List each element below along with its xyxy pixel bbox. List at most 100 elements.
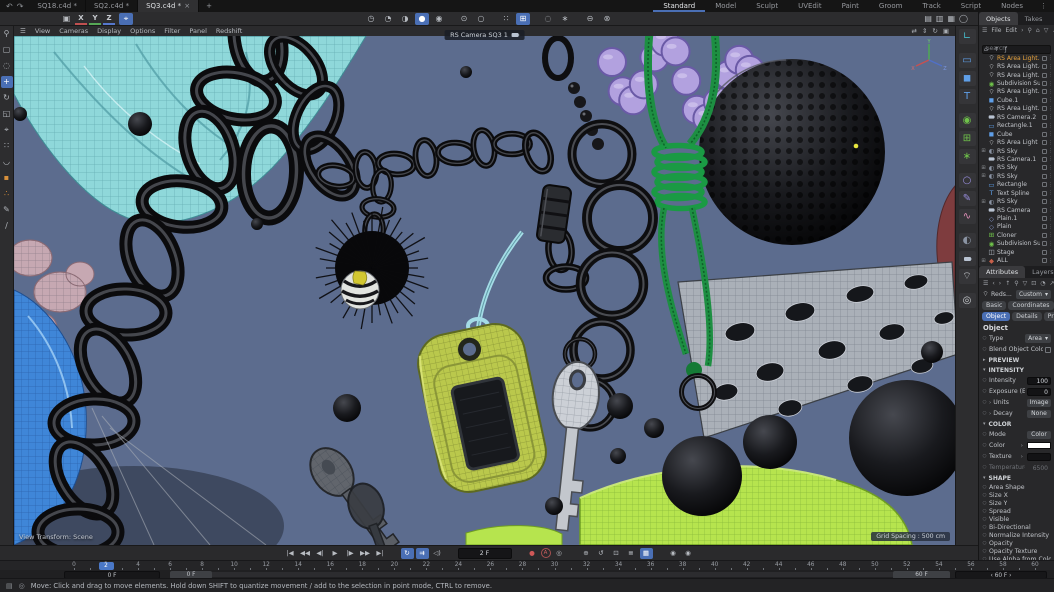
next-frame-icon[interactable]: |▶ (344, 548, 357, 559)
axis-button-z[interactable]: Z (103, 13, 115, 25)
rotate-view-icon[interactable]: ↻ (932, 27, 937, 35)
keyframe-circle-icon[interactable]: ○ (982, 336, 987, 341)
live-selection-icon[interactable]: ⚲ (1, 28, 13, 40)
row-menu-dots[interactable]: ⋮ (1048, 156, 1053, 162)
object-row[interactable]: ⌔RS Area Light.3⋮ (981, 71, 1054, 79)
attribute-mode-label[interactable]: Reds... (991, 291, 1012, 298)
object-row[interactable]: ⊞◐RS Sky⋮ (981, 164, 1054, 172)
panel-menu-icon[interactable]: ☰ (983, 280, 988, 287)
row-menu-dots[interactable]: ⋮ (1048, 55, 1053, 61)
layout-tab-sculpt[interactable]: Sculpt (746, 0, 788, 12)
expand-icon[interactable]: ↗ (1050, 280, 1054, 287)
tab-attributes[interactable]: Attributes (979, 266, 1025, 278)
soft-body-icon[interactable]: ◑ (398, 13, 412, 25)
object-row[interactable]: ⊞◐RS Sky⋮ (981, 147, 1054, 155)
checkbox[interactable] (1045, 347, 1051, 353)
viewport-menu-redshift[interactable]: Redshift (216, 27, 242, 35)
object-row[interactable]: ◉Subdivision Surface.1⋮ (981, 79, 1054, 87)
object-row[interactable]: ⌔RS Area Light.5⋮ (981, 54, 1054, 62)
visibility-toggle[interactable] (1042, 73, 1047, 78)
sky-icon[interactable]: ◐ (959, 233, 976, 248)
object-row[interactable]: RS Camera⋮ (981, 206, 1054, 214)
keyframe-circle-icon[interactable]: ○ (982, 411, 987, 416)
keyframe-selection-icon[interactable]: ◎ (553, 548, 566, 559)
viewport[interactable]: ☰ViewCamerasDisplayOptionsFilterPanelRed… (14, 26, 955, 545)
visibility-toggle[interactable] (1042, 157, 1047, 162)
object-row[interactable]: ⌔RS Area Light.2⋮ (981, 88, 1054, 96)
keyframe-circle-icon[interactable]: ○ (982, 517, 987, 522)
expander-icon[interactable]: › (989, 411, 991, 417)
play-icon[interactable]: ▶ (329, 548, 342, 559)
object-row[interactable]: ◇Plain⋮ (981, 223, 1054, 231)
object-row[interactable]: ⌔RS Area Light.4⋮ (981, 62, 1054, 70)
keyframe-circle-icon[interactable]: ○ (982, 400, 987, 405)
function-icon[interactable]: ƒ (1005, 46, 1007, 53)
object-row[interactable]: TText Spline⋮ (981, 189, 1054, 197)
visibility-toggle[interactable] (1042, 64, 1047, 69)
layers-grid-icon[interactable]: ▤ (6, 582, 13, 590)
close-icon[interactable]: × (184, 2, 190, 10)
point-mode-icon[interactable]: ▪ (1, 172, 13, 184)
expander-icon[interactable]: › (1021, 443, 1023, 449)
row-menu-dots[interactable]: ⋮ (1048, 64, 1053, 70)
keyframe-circle-icon[interactable]: ○ (982, 509, 987, 514)
forward-icon[interactable]: › (999, 280, 1001, 287)
cube-icon[interactable]: ◼ (959, 71, 976, 86)
row-menu-dots[interactable]: ⋮ (1048, 123, 1053, 129)
layout-tab-paint[interactable]: Paint (832, 0, 869, 12)
plane-icon[interactable]: ▭ (959, 53, 976, 68)
expander-icon[interactable]: › (989, 400, 991, 406)
row-menu-dots[interactable]: ⋮ (1048, 232, 1053, 238)
collider-icon[interactable]: ● (415, 13, 429, 25)
section-color[interactable]: ▾COLOR (979, 419, 1054, 429)
row-menu-dots[interactable]: ⋮ (1048, 216, 1053, 222)
redo-icon[interactable]: ↷ (17, 2, 24, 11)
visibility-toggle[interactable] (1042, 250, 1047, 255)
row-menu-dots[interactable]: ⋮ (1048, 140, 1053, 146)
key-auto-icon[interactable]: ▦ (640, 548, 653, 559)
keyframe-circle-icon[interactable]: ○ (982, 549, 987, 554)
row-menu-dots[interactable]: ⋮ (1048, 258, 1053, 264)
row-menu-dots[interactable]: ⋮ (1048, 173, 1053, 179)
type-dropdown[interactable]: Area▾ (1025, 334, 1051, 343)
deformer-icon[interactable]: ∿ (959, 209, 976, 224)
visibility-toggle[interactable] (1042, 174, 1047, 179)
visibility-toggle[interactable] (1042, 241, 1047, 246)
prev-key-icon[interactable]: ◀◀ (299, 548, 312, 559)
menu-file[interactable]: File (991, 27, 1001, 34)
object-row[interactable]: ◼Cube⋮ (981, 130, 1054, 138)
layout-tab-groom[interactable]: Groom (869, 0, 913, 12)
visibility-toggle[interactable] (1042, 258, 1047, 263)
prev-frame-icon[interactable]: ◀| (314, 548, 327, 559)
undo-icon[interactable]: ↶ (6, 2, 13, 11)
visibility-toggle[interactable] (1042, 56, 1047, 61)
jump-end-icon[interactable]: ▶| (374, 548, 387, 559)
row-menu-dots[interactable]: ⋮ (1048, 72, 1053, 78)
render-view-icon[interactable]: ▤ (924, 14, 932, 23)
object-row[interactable]: ◉Subdivision Surface⋮ (981, 240, 1054, 248)
tab-objects[interactable]: Objects (979, 12, 1018, 25)
visibility-toggle[interactable] (1042, 140, 1047, 145)
axis-lock-icon[interactable]: ⌖ (119, 13, 133, 25)
keyframe-circle-icon[interactable]: ○ (982, 454, 987, 459)
row-menu-dots[interactable]: ⋮ (1048, 224, 1053, 230)
row-menu-dots[interactable]: ⋮ (1048, 106, 1053, 112)
character-icon[interactable]: ⊙ (457, 13, 471, 25)
snap-icon[interactable]: ∷ (499, 13, 513, 25)
light-icon[interactable]: ⌔ (959, 269, 976, 284)
viewport-3d-scene[interactable] (14, 36, 955, 545)
keyframe-circle-icon[interactable]: ○ (982, 501, 987, 506)
timeline-playhead[interactable]: 2 (99, 562, 114, 570)
document-tab[interactable]: SQ3.c4d *× (138, 0, 199, 12)
render-settings-icon[interactable]: ▦ (947, 14, 955, 23)
viewport-menu-options[interactable]: Options (130, 27, 155, 35)
keyframe-circle-icon[interactable]: ○ (982, 465, 987, 470)
object-row[interactable]: ◫Stage⋮ (981, 248, 1054, 256)
axis-gizmo[interactable]: Y X Z (909, 38, 949, 72)
row-menu-dots[interactable]: ⋮ (1048, 81, 1053, 87)
history-icon[interactable]: ◔ (1040, 280, 1045, 287)
section-preview[interactable]: ▸PREVIEW (979, 355, 1054, 365)
row-menu-dots[interactable]: ⋮ (1048, 97, 1053, 103)
pan-view-icon[interactable]: ⇄ (911, 27, 916, 35)
visibility-toggle[interactable] (1042, 199, 1047, 204)
